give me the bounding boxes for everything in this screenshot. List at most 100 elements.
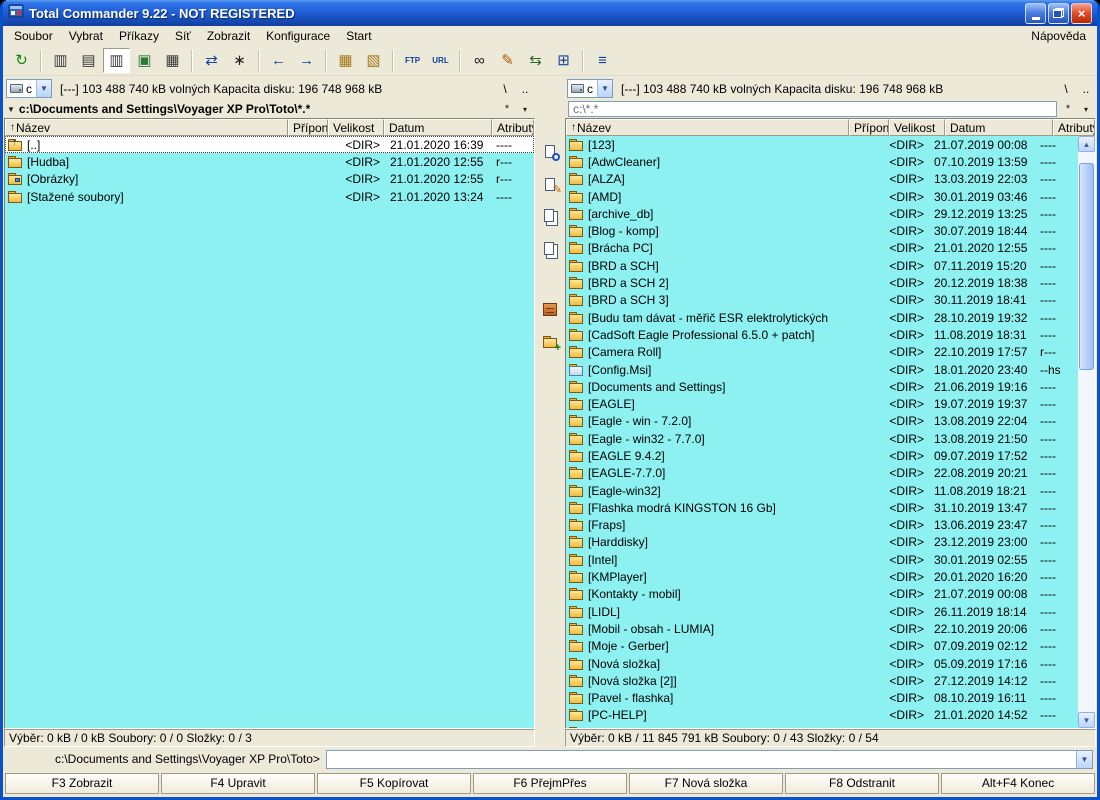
f7-nov-slo-ka-button[interactable]: F7 Nová složka <box>629 773 783 794</box>
file-row[interactable]: [BRD a SCH 2]<DIR>20.12.2019 18:38---- <box>566 274 1078 291</box>
notepad-button[interactable]: ≡ <box>589 48 616 73</box>
file-row[interactable]: [Eagle - win32 - 7.7.0]<DIR>13.08.2019 2… <box>566 430 1078 447</box>
filter-button[interactable]: * <box>500 103 514 115</box>
close-button[interactable]: × <box>1071 3 1092 24</box>
file-row[interactable]: [Mobil - obsah - LUMIA]<DIR>22.10.2019 2… <box>566 620 1078 637</box>
column-header-velikost[interactable]: Velikost <box>328 119 384 136</box>
menu-zobrazit[interactable]: Zobrazit <box>199 27 258 45</box>
menu-s[interactable]: Síť <box>167 27 199 45</box>
multi-rename-button[interactable]: ✎ <box>494 48 521 73</box>
menu-vybrat[interactable]: Vybrat <box>61 27 111 45</box>
column-header-velikost[interactable]: Velikost <box>889 119 945 136</box>
back-button[interactable]: ← <box>265 48 292 73</box>
file-row[interactable]: [EAGLE-7.7.0]<DIR>22.08.2019 20:21---- <box>566 465 1078 482</box>
file-row[interactable]: [Budu tam dávat - měřič ESR elektrolytic… <box>566 309 1078 326</box>
f5-kop-rovat-button[interactable]: F5 Kopírovat <box>317 773 471 794</box>
menu-konfigurace[interactable]: Konfigurace <box>258 27 338 45</box>
brief-view-button[interactable]: ▥ <box>47 48 74 73</box>
right-drive-selector[interactable]: c ▼ <box>567 79 613 98</box>
thumbnails-view-button[interactable]: ▣ <box>131 48 158 73</box>
edit-file-button[interactable]: ✎ <box>539 174 561 194</box>
search-files-button[interactable]: ∞ <box>466 48 493 73</box>
refresh-button[interactable]: ↻ <box>8 48 35 73</box>
menu-soubor[interactable]: Soubor <box>6 27 61 45</box>
file-row[interactable]: [Hudba]<DIR>21.01.2020 12:55r--- <box>5 153 534 170</box>
parent-dir-button[interactable]: .. <box>517 80 533 97</box>
f4-upravit-button[interactable]: F4 Upravit <box>161 773 315 794</box>
file-row[interactable]: [Obrázky]<DIR>21.01.2020 12:55r--- <box>5 171 534 188</box>
file-row[interactable]: [Nová složka]<DIR>05.09.2019 17:16---- <box>566 655 1078 672</box>
current-path[interactable]: c:\Documents and Settings\Voyager XP Pro… <box>19 102 310 116</box>
history-dropdown-icon[interactable]: ▾ <box>1079 105 1093 114</box>
file-row[interactable]: [Harddisky]<DIR>23.12.2019 23:00---- <box>566 534 1078 551</box>
file-row[interactable]: [Moje - Gerber]<DIR>07.09.2019 02:12---- <box>566 638 1078 655</box>
file-row[interactable]: [Flashka modrá KINGSTON 16 Gb]<DIR>31.10… <box>566 499 1078 516</box>
scroll-down-button[interactable]: ▼ <box>1078 712 1095 728</box>
file-row[interactable]: [EAGLE]<DIR>19.07.2019 19:37---- <box>566 395 1078 412</box>
full-view-button[interactable]: ▤ <box>75 48 102 73</box>
file-row[interactable]: [Blog - komp]<DIR>30.07.2019 18:44---- <box>566 222 1078 239</box>
root-dir-button[interactable]: \ <box>497 80 513 97</box>
file-row[interactable]: [AdwCleaner]<DIR>07.10.2019 13:59---- <box>566 153 1078 170</box>
file-row[interactable]: [EAGLE 9.4.2]<DIR>09.07.2019 17:52---- <box>566 447 1078 464</box>
new-folder-button[interactable]: + <box>539 332 561 352</box>
file-row[interactable]: [CadSoft Eagle Professional 6.5.0 + patc… <box>566 326 1078 343</box>
file-row[interactable]: [archive_db]<DIR>29.12.2019 13:25---- <box>566 205 1078 222</box>
file-row[interactable]: [Brácha PC]<DIR>21.01.2020 12:55---- <box>566 240 1078 257</box>
scroll-up-button[interactable]: ▲ <box>1078 136 1095 152</box>
column-header-datum[interactable]: Datum <box>384 119 492 136</box>
file-row[interactable]: [Pavel - flashka]<DIR>08.10.2019 16:11--… <box>566 690 1078 707</box>
scrollbar-thumb[interactable] <box>1079 163 1094 370</box>
file-row[interactable]: [Kontakty - mobil]<DIR>21.07.2019 00:08-… <box>566 586 1078 603</box>
custom-columns-button[interactable]: ▦ <box>159 48 186 73</box>
quick-view-button[interactable] <box>539 141 561 161</box>
file-row[interactable]: [PC-HELP]<DIR>21.01.2020 14:52---- <box>566 707 1078 724</box>
command-input[interactable] <box>327 751 1076 768</box>
file-row[interactable]: [Config.Msi]<DIR>18.01.2020 23:40--hs <box>566 361 1078 378</box>
file-row[interactable]: [BRD a SCH 3]<DIR>30.11.2019 18:41---- <box>566 292 1078 309</box>
file-row[interactable]: [Intel]<DIR>30.01.2019 02:55---- <box>566 551 1078 568</box>
file-row[interactable]: [Stažené soubory]<DIR>21.01.2020 13:24--… <box>5 188 534 205</box>
file-row[interactable]: [Program Files]<DIR>21.07.2019 18:03---- <box>566 724 1078 728</box>
unpack-files-button[interactable]: ▧ <box>360 48 387 73</box>
column-header-n-zev[interactable]: ↑Název <box>566 119 849 136</box>
run-tool-button[interactable]: ∗ <box>226 48 253 73</box>
path-dropdown-icon[interactable]: ▼ <box>7 105 15 114</box>
file-row[interactable]: ↑[..]<DIR>21.01.2020 16:39---- <box>5 136 534 153</box>
menu-n-pov-da[interactable]: Nápověda <box>1023 27 1094 45</box>
history-dropdown-icon[interactable]: ▾ <box>518 105 532 114</box>
column-header-p-pona[interactable]: Přípona <box>849 119 889 136</box>
filter-button[interactable]: * <box>1061 103 1075 115</box>
minimize-button[interactable] <box>1025 3 1046 24</box>
scrollbar-track[interactable] <box>1078 152 1095 712</box>
column-header-n-zev[interactable]: ↑Název <box>5 119 288 136</box>
file-row[interactable]: [Camera Roll]<DIR>22.10.2019 17:57r--- <box>566 344 1078 361</box>
pack-files-button[interactable] <box>539 299 561 319</box>
vertical-scrollbar[interactable]: ▲ ▼ <box>1078 136 1095 728</box>
titlebar[interactable]: Total Commander 9.22 - NOT REGISTERED × <box>3 0 1097 26</box>
column-header-p-pona[interactable]: Přípona <box>288 119 328 136</box>
f8-odstranit-button[interactable]: F8 Odstranit <box>785 773 939 794</box>
pack-files-button[interactable]: ▦ <box>332 48 359 73</box>
current-path[interactable]: c:\*.* <box>568 101 1057 117</box>
command-history-dropdown-icon[interactable]: ▼ <box>1076 751 1092 768</box>
file-row[interactable]: [Fraps]<DIR>13.06.2019 23:47---- <box>566 517 1078 534</box>
left-drive-selector[interactable]: c ▼ <box>6 79 52 98</box>
tree-view-button[interactable]: ▥ <box>103 48 130 73</box>
ftp-connect-button[interactable]: FTP <box>399 48 426 73</box>
file-row[interactable]: [Eagle-win32]<DIR>11.08.2019 18:21---- <box>566 482 1078 499</box>
column-header-datum[interactable]: Datum <box>945 119 1053 136</box>
file-row[interactable]: [KMPlayer]<DIR>20.01.2020 16:20---- <box>566 568 1078 585</box>
file-row[interactable]: [Documents and Settings]<DIR>21.06.2019 … <box>566 378 1078 395</box>
column-header-atributy[interactable]: Atributy <box>492 119 534 136</box>
parent-dir-button[interactable]: .. <box>1078 80 1094 97</box>
file-row[interactable]: [AMD]<DIR>30.01.2019 03:46---- <box>566 188 1078 205</box>
restore-button[interactable] <box>1048 3 1069 24</box>
file-row[interactable]: [123]<DIR>21.07.2019 00:08---- <box>566 136 1078 153</box>
file-row[interactable]: [BRD a SCH]<DIR>07.11.2019 15:20---- <box>566 257 1078 274</box>
chevron-down-icon[interactable]: ▼ <box>36 80 51 97</box>
f6-p-ejmp-es-button[interactable]: F6 PřejmPřes <box>473 773 627 794</box>
alt-f4-konec-button[interactable]: Alt+F4 Konec <box>941 773 1095 794</box>
network-button[interactable]: ⊞ <box>550 48 577 73</box>
file-row[interactable]: [Nová složka [2]]<DIR>27.12.2019 14:12--… <box>566 672 1078 689</box>
